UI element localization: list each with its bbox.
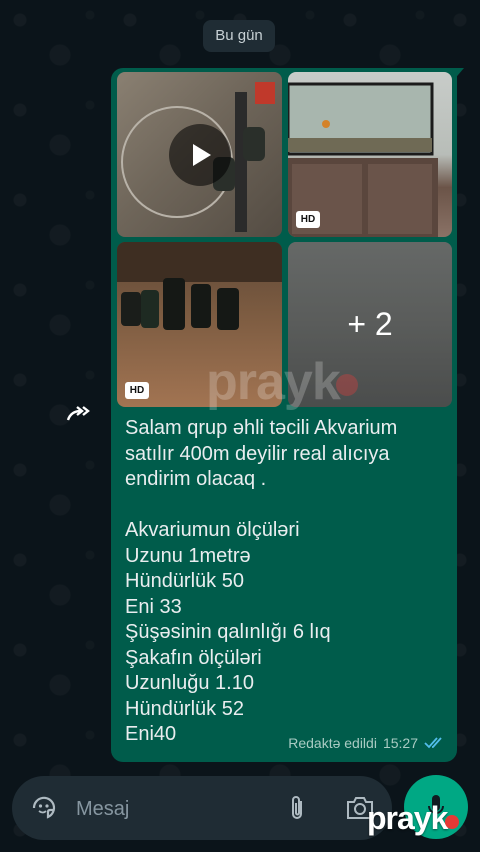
message-meta: Redaktə edildi 15:27 [288,735,446,751]
message-input[interactable] [74,792,278,826]
media-video-thumbnail[interactable] [117,72,282,237]
message-time: 15:27 [382,735,418,751]
corner-logo-dot [445,815,460,829]
sticker-emoji-icon[interactable] [30,794,58,822]
media-photo-aquarium[interactable]: HD [288,72,452,237]
watermark-dot [335,374,358,397]
attach-paperclip-icon[interactable] [286,794,308,822]
hd-badge: HD [125,382,149,399]
date-separator-chip: Bu gün [203,20,275,52]
double-check-read-icon [424,737,442,749]
play-icon [192,143,211,166]
play-button[interactable] [168,123,231,186]
edited-label: Redaktə edildi [288,735,377,751]
forward-icon [66,406,90,421]
watermark-logo: prayk [206,352,358,412]
corner-logo: prayk [367,800,460,837]
hd-badge: HD [296,211,320,228]
forward-button[interactable] [62,400,98,428]
bubble-tail [452,68,464,82]
corner-logo-text: prayk [367,800,448,836]
message-composer [12,776,392,840]
message-text: Salam qrup əhli təcili Akvarium satılır … [125,417,398,745]
watermark-text: prayk [206,353,341,411]
